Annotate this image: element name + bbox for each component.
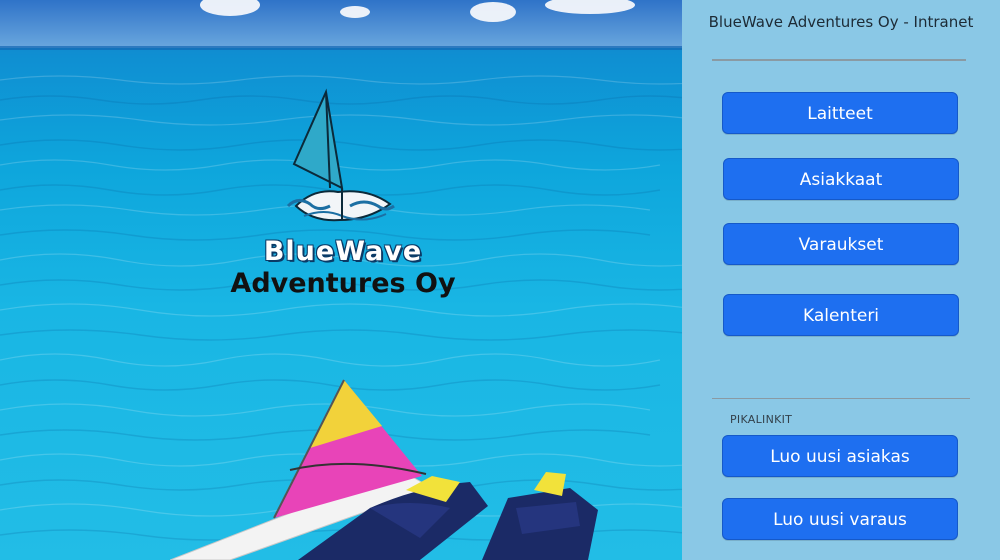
cloud bbox=[340, 6, 370, 18]
watercraft-illustration bbox=[170, 379, 598, 560]
nav-button-varaukset[interactable]: Varaukset bbox=[723, 223, 959, 265]
sidebar: BlueWave Adventures Oy - Intranet Laitte… bbox=[682, 0, 1000, 560]
nav-button-kalenteri[interactable]: Kalenteri bbox=[723, 294, 959, 336]
nav-button-asiakkaat[interactable]: Asiakkaat bbox=[723, 158, 959, 200]
nav-button-laitteet[interactable]: Laitteet bbox=[722, 92, 958, 134]
hero-image: BlueWave Adventures Oy bbox=[0, 0, 682, 560]
cloud bbox=[470, 2, 516, 22]
quicklinks-label: PIKALINKIT bbox=[730, 413, 793, 426]
quicklinks-divider bbox=[712, 398, 970, 399]
logo-text-bluewave: BlueWave bbox=[263, 236, 423, 267]
logo-text-adventures: Adventures Oy bbox=[230, 268, 456, 299]
sidebar-title-divider bbox=[712, 59, 966, 61]
company-logo: BlueWave Adventures Oy bbox=[218, 88, 468, 308]
sailboat-logo-icon bbox=[286, 88, 395, 222]
sidebar-title: BlueWave Adventures Oy - Intranet bbox=[708, 13, 974, 31]
create-customer-button[interactable]: Luo uusi asiakas bbox=[722, 435, 958, 477]
create-reservation-button[interactable]: Luo uusi varaus bbox=[722, 498, 958, 540]
